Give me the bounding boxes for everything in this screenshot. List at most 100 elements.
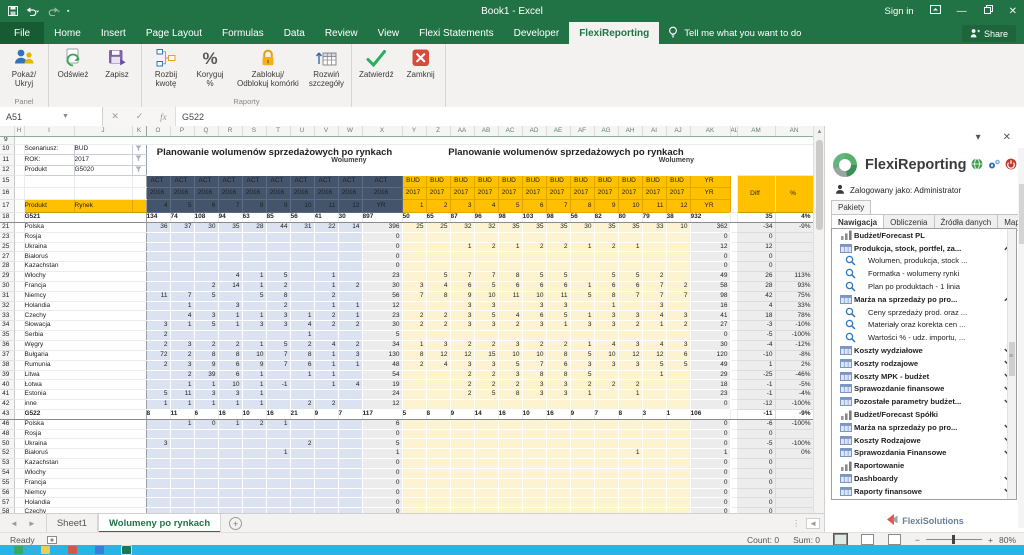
cell[interactable]: 98 (546, 213, 570, 223)
cell[interactable] (642, 252, 666, 262)
cell[interactable] (594, 449, 618, 459)
cell[interactable]: 1 (290, 311, 314, 321)
tree-item[interactable]: Wolumen, produkcja, stock ... (832, 255, 1016, 268)
pct-cell[interactable]: -46% (775, 370, 813, 380)
cell[interactable] (146, 281, 170, 291)
cell[interactable] (242, 478, 266, 488)
bud-yr-cell[interactable]: 0 (690, 478, 730, 488)
cell[interactable]: 15 (474, 350, 498, 360)
cell[interactable] (218, 242, 242, 252)
column-header[interactable]: Q (194, 126, 218, 137)
diff-cell[interactable]: -25 (737, 370, 775, 380)
cell[interactable] (450, 262, 474, 272)
cell[interactable]: 6 (450, 281, 474, 291)
cell[interactable] (146, 311, 170, 321)
bud-yr-cell[interactable]: 0 (690, 232, 730, 242)
cell[interactable] (146, 262, 170, 272)
cell[interactable] (450, 478, 474, 488)
cell[interactable]: 11 (170, 390, 194, 400)
market-cell[interactable]: Węgry (24, 340, 146, 350)
bud-yr-cell[interactable]: 29 (690, 370, 730, 380)
cell[interactable]: 32 (450, 222, 474, 232)
cell[interactable] (146, 252, 170, 262)
cell[interactable] (194, 232, 218, 242)
cell[interactable] (426, 478, 450, 488)
header-month[interactable]: 1 (402, 200, 426, 213)
tab-pakiety[interactable]: Pakiety (831, 200, 871, 214)
cell[interactable]: 85 (266, 213, 290, 223)
cell[interactable] (170, 242, 194, 252)
cell[interactable]: 3 (474, 360, 498, 370)
cell[interactable] (426, 468, 450, 478)
column-header[interactable]: O (146, 126, 170, 137)
cell[interactable] (146, 419, 170, 429)
cell[interactable]: 1 (618, 242, 642, 252)
cell[interactable] (594, 439, 618, 449)
header-bud-year[interactable]: 2017 (642, 188, 666, 200)
pct-cell[interactable] (775, 459, 813, 469)
cell[interactable] (194, 242, 218, 252)
tree-item[interactable]: Sprawozdania Finansowe (832, 447, 1016, 460)
bud-yr-cell[interactable]: 18 (690, 380, 730, 390)
act-yr-cell[interactable]: 54 (362, 370, 402, 380)
cell[interactable] (618, 478, 642, 488)
cell[interactable]: 4 (218, 272, 242, 282)
cell[interactable] (426, 380, 450, 390)
cell[interactable] (618, 498, 642, 508)
cell[interactable] (338, 370, 362, 380)
cell[interactable]: 2 (474, 340, 498, 350)
header-bud-year[interactable]: 2017 (618, 188, 642, 200)
act-yr-cell[interactable]: 30 (362, 281, 402, 291)
row-header[interactable]: 38 (0, 360, 14, 370)
cell[interactable] (426, 429, 450, 439)
cell[interactable]: 2 (426, 311, 450, 321)
cell[interactable] (170, 262, 194, 272)
diff-cell[interactable]: 42 (737, 291, 775, 301)
cell[interactable] (194, 252, 218, 262)
tree-item[interactable]: Marża na sprzedaży po pro... (832, 421, 1016, 434)
taskbar-excel-icon[interactable] (122, 546, 131, 554)
page-layout-view-icon[interactable] (861, 534, 874, 545)
header-bud[interactable]: BUD (618, 176, 642, 188)
header-bud-year[interactable]: 2017 (474, 188, 498, 200)
column-header[interactable]: AD (522, 126, 546, 137)
header-bud-year[interactable]: 2017 (666, 188, 690, 200)
bud-yr-cell[interactable]: 23 (690, 390, 730, 400)
cell[interactable] (426, 370, 450, 380)
cell[interactable]: 6 (546, 281, 570, 291)
cell[interactable] (290, 291, 314, 301)
header-month[interactable]: 3 (450, 200, 474, 213)
header-bud-year[interactable]: 2017 (546, 188, 570, 200)
header-act-year[interactable]: 2016 (290, 188, 314, 200)
cell[interactable]: 1 (314, 272, 338, 282)
market-cell[interactable]: Białoruś (24, 252, 146, 262)
bud-yr-cell[interactable]: 98 (690, 291, 730, 301)
column-header[interactable]: P (170, 126, 194, 137)
pct-cell[interactable]: -12% (775, 340, 813, 350)
cell[interactable] (218, 232, 242, 242)
cell[interactable] (570, 488, 594, 498)
cell[interactable]: 2 (618, 380, 642, 390)
act-yr-cell[interactable]: 0 (362, 252, 402, 262)
pct-cell[interactable]: -9% (775, 409, 813, 419)
market-cell[interactable]: inne (24, 400, 146, 410)
cell[interactable]: 10 (218, 380, 242, 390)
cell[interactable] (426, 488, 450, 498)
pct-cell[interactable]: 113% (775, 272, 813, 282)
pct-cell[interactable]: -10% (775, 321, 813, 331)
column-header[interactable]: AF (570, 126, 594, 137)
header-month[interactable]: 5 (170, 200, 194, 213)
cell[interactable]: 3 (450, 360, 474, 370)
cell[interactable] (146, 272, 170, 282)
pct-cell[interactable]: -100% (775, 331, 813, 341)
cell[interactable]: 9 (450, 291, 474, 301)
header-act[interactable]: ACT (194, 176, 218, 188)
cell[interactable]: 56 (290, 213, 314, 223)
cell[interactable] (290, 272, 314, 282)
cell[interactable]: 2 (194, 281, 218, 291)
cell[interactable]: 4 (170, 311, 194, 321)
cell[interactable]: 1 (666, 409, 690, 419)
cell[interactable]: 1 (242, 370, 266, 380)
cell[interactable] (474, 439, 498, 449)
cell[interactable] (570, 468, 594, 478)
